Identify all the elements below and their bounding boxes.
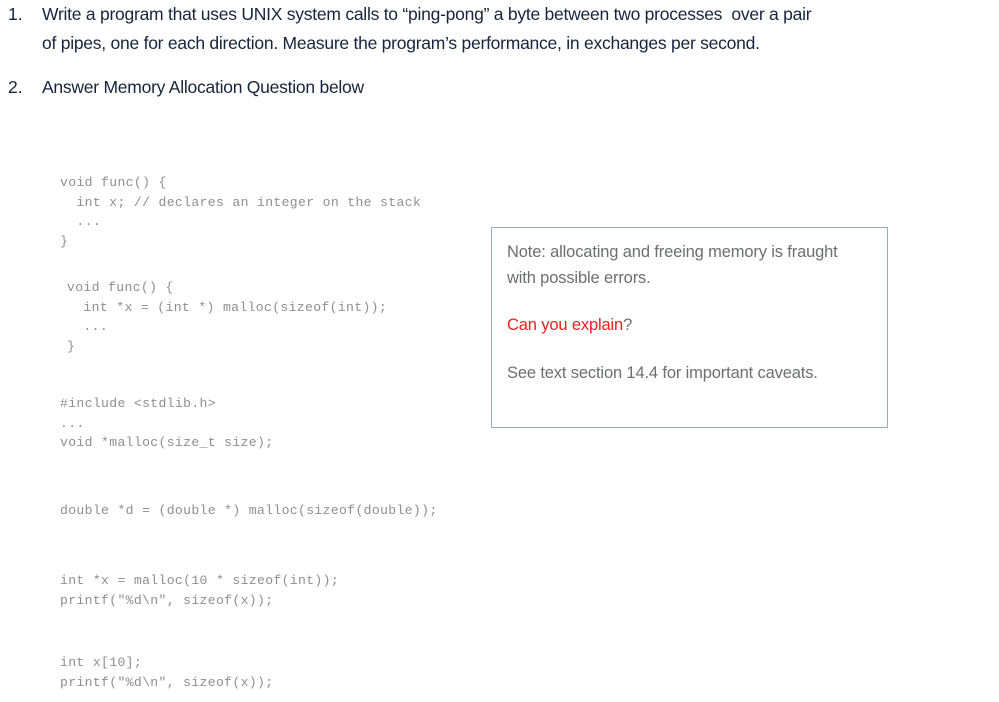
question-text: Answer Memory Allocation Question below bbox=[42, 77, 364, 97]
code-block-malloc-prototype: #include <stdlib.h> ... void *malloc(siz… bbox=[60, 396, 274, 451]
code-block-sizeof-pointer: int *x = malloc(10 * sizeof(int)); print… bbox=[60, 573, 340, 608]
question-list: 1. Write a program that uses UNIX system… bbox=[0, 0, 900, 118]
question-number: 1. bbox=[8, 4, 23, 24]
code-block-sizeof-array: int x[10]; printf("%d\n", sizeof(x)); bbox=[60, 655, 274, 690]
note-callout-box: Note: allocating and freeing memory is f… bbox=[491, 227, 888, 428]
note-paragraph-question: Can you explain? bbox=[507, 313, 869, 339]
note-accent-text: Can you explain bbox=[507, 316, 624, 334]
question-number: 2. bbox=[8, 77, 23, 97]
list-item: 1. Write a program that uses UNIX system… bbox=[0, 0, 900, 57]
list-item: 2. Answer Memory Allocation Question bel… bbox=[0, 73, 900, 102]
code-block-malloc-double: double *d = (double *) malloc(sizeof(dou… bbox=[60, 503, 438, 519]
code-block-stack-declaration: void func() { int x; // declares an inte… bbox=[60, 175, 422, 249]
note-paragraph-reference: See text section 14.4 for important cave… bbox=[507, 363, 818, 382]
question-text: Write a program that uses UNIX system ca… bbox=[42, 4, 816, 53]
note-question-mark: ? bbox=[623, 316, 633, 334]
code-block-malloc-int: void func() { int *x = (int *) malloc(si… bbox=[67, 280, 388, 354]
note-paragraph-warning: Note: allocating and freeing memory is f… bbox=[507, 243, 838, 287]
